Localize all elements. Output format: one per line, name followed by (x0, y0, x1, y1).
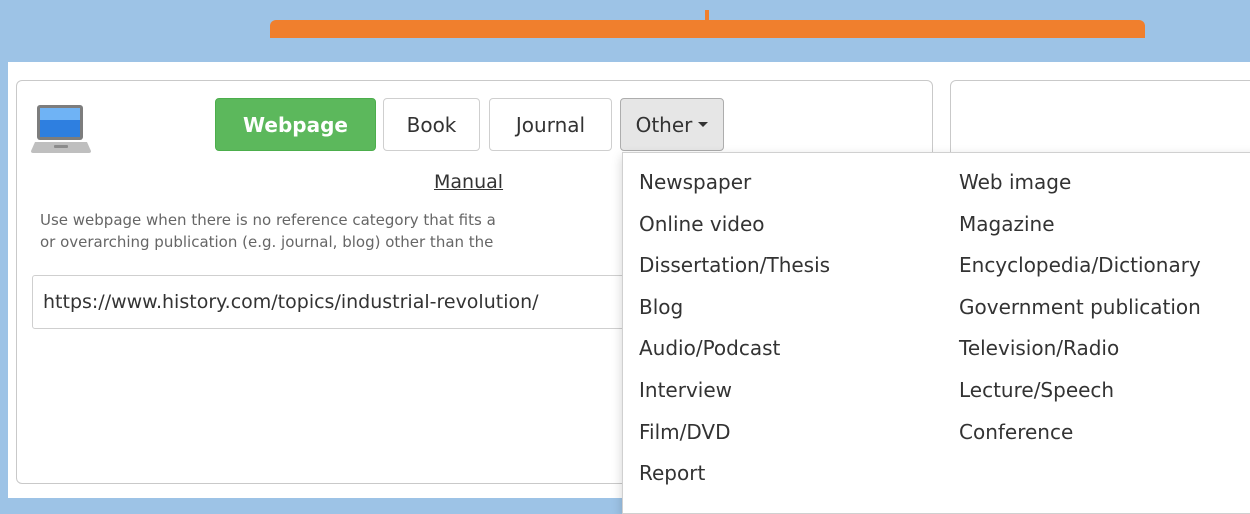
other-dropdown-button[interactable]: Other (620, 98, 724, 151)
journal-tab-button[interactable]: Journal (489, 98, 612, 151)
book-tab-button[interactable]: Book (383, 98, 480, 151)
webpage-description: Use webpage when there is no reference c… (40, 209, 625, 253)
manual-link[interactable]: Manual (434, 171, 503, 193)
menu-item-blog[interactable]: Blog (639, 293, 830, 335)
menu-item-television-radio[interactable]: Television/Radio (959, 334, 1201, 376)
menu-item-online-video[interactable]: Online video (639, 210, 830, 252)
journal-tab-label: Journal (515, 112, 586, 137)
menu-item-conference[interactable]: Conference (959, 418, 1201, 460)
description-line-2: or overarching publication (e.g. journal… (40, 233, 494, 251)
dropdown-column-1: Newspaper Online video Dissertation/Thes… (639, 168, 830, 501)
menu-item-web-image[interactable]: Web image (959, 168, 1201, 210)
menu-item-lecture-speech[interactable]: Lecture/Speech (959, 376, 1201, 418)
menu-item-dissertation-thesis[interactable]: Dissertation/Thesis (639, 251, 830, 293)
url-input[interactable] (32, 275, 672, 329)
menu-item-report[interactable]: Report (639, 459, 830, 501)
menu-item-film-dvd[interactable]: Film/DVD (639, 418, 830, 460)
other-dropdown-menu: Newspaper Online video Dissertation/Thes… (622, 152, 1250, 514)
caret-down-icon (698, 122, 709, 127)
other-dropdown-label: Other (635, 112, 693, 137)
menu-item-magazine[interactable]: Magazine (959, 210, 1201, 252)
webpage-tab-button[interactable]: Webpage (215, 98, 376, 151)
menu-item-interview[interactable]: Interview (639, 376, 830, 418)
menu-item-encyclopedia-dictionary[interactable]: Encyclopedia/Dictionary (959, 251, 1201, 293)
book-tab-label: Book (406, 112, 457, 137)
top-bar (270, 20, 1145, 38)
menu-item-government-publication[interactable]: Government publication (959, 293, 1201, 335)
webpage-tab-label: Webpage (243, 112, 348, 137)
menu-item-newspaper[interactable]: Newspaper (639, 168, 830, 210)
description-line-1: Use webpage when there is no reference c… (40, 211, 496, 229)
dropdown-column-2: Web image Magazine Encyclopedia/Dictiona… (959, 168, 1201, 459)
top-bar-notch (705, 10, 709, 22)
laptop-icon (31, 105, 91, 153)
menu-item-audio-podcast[interactable]: Audio/Podcast (639, 334, 830, 376)
